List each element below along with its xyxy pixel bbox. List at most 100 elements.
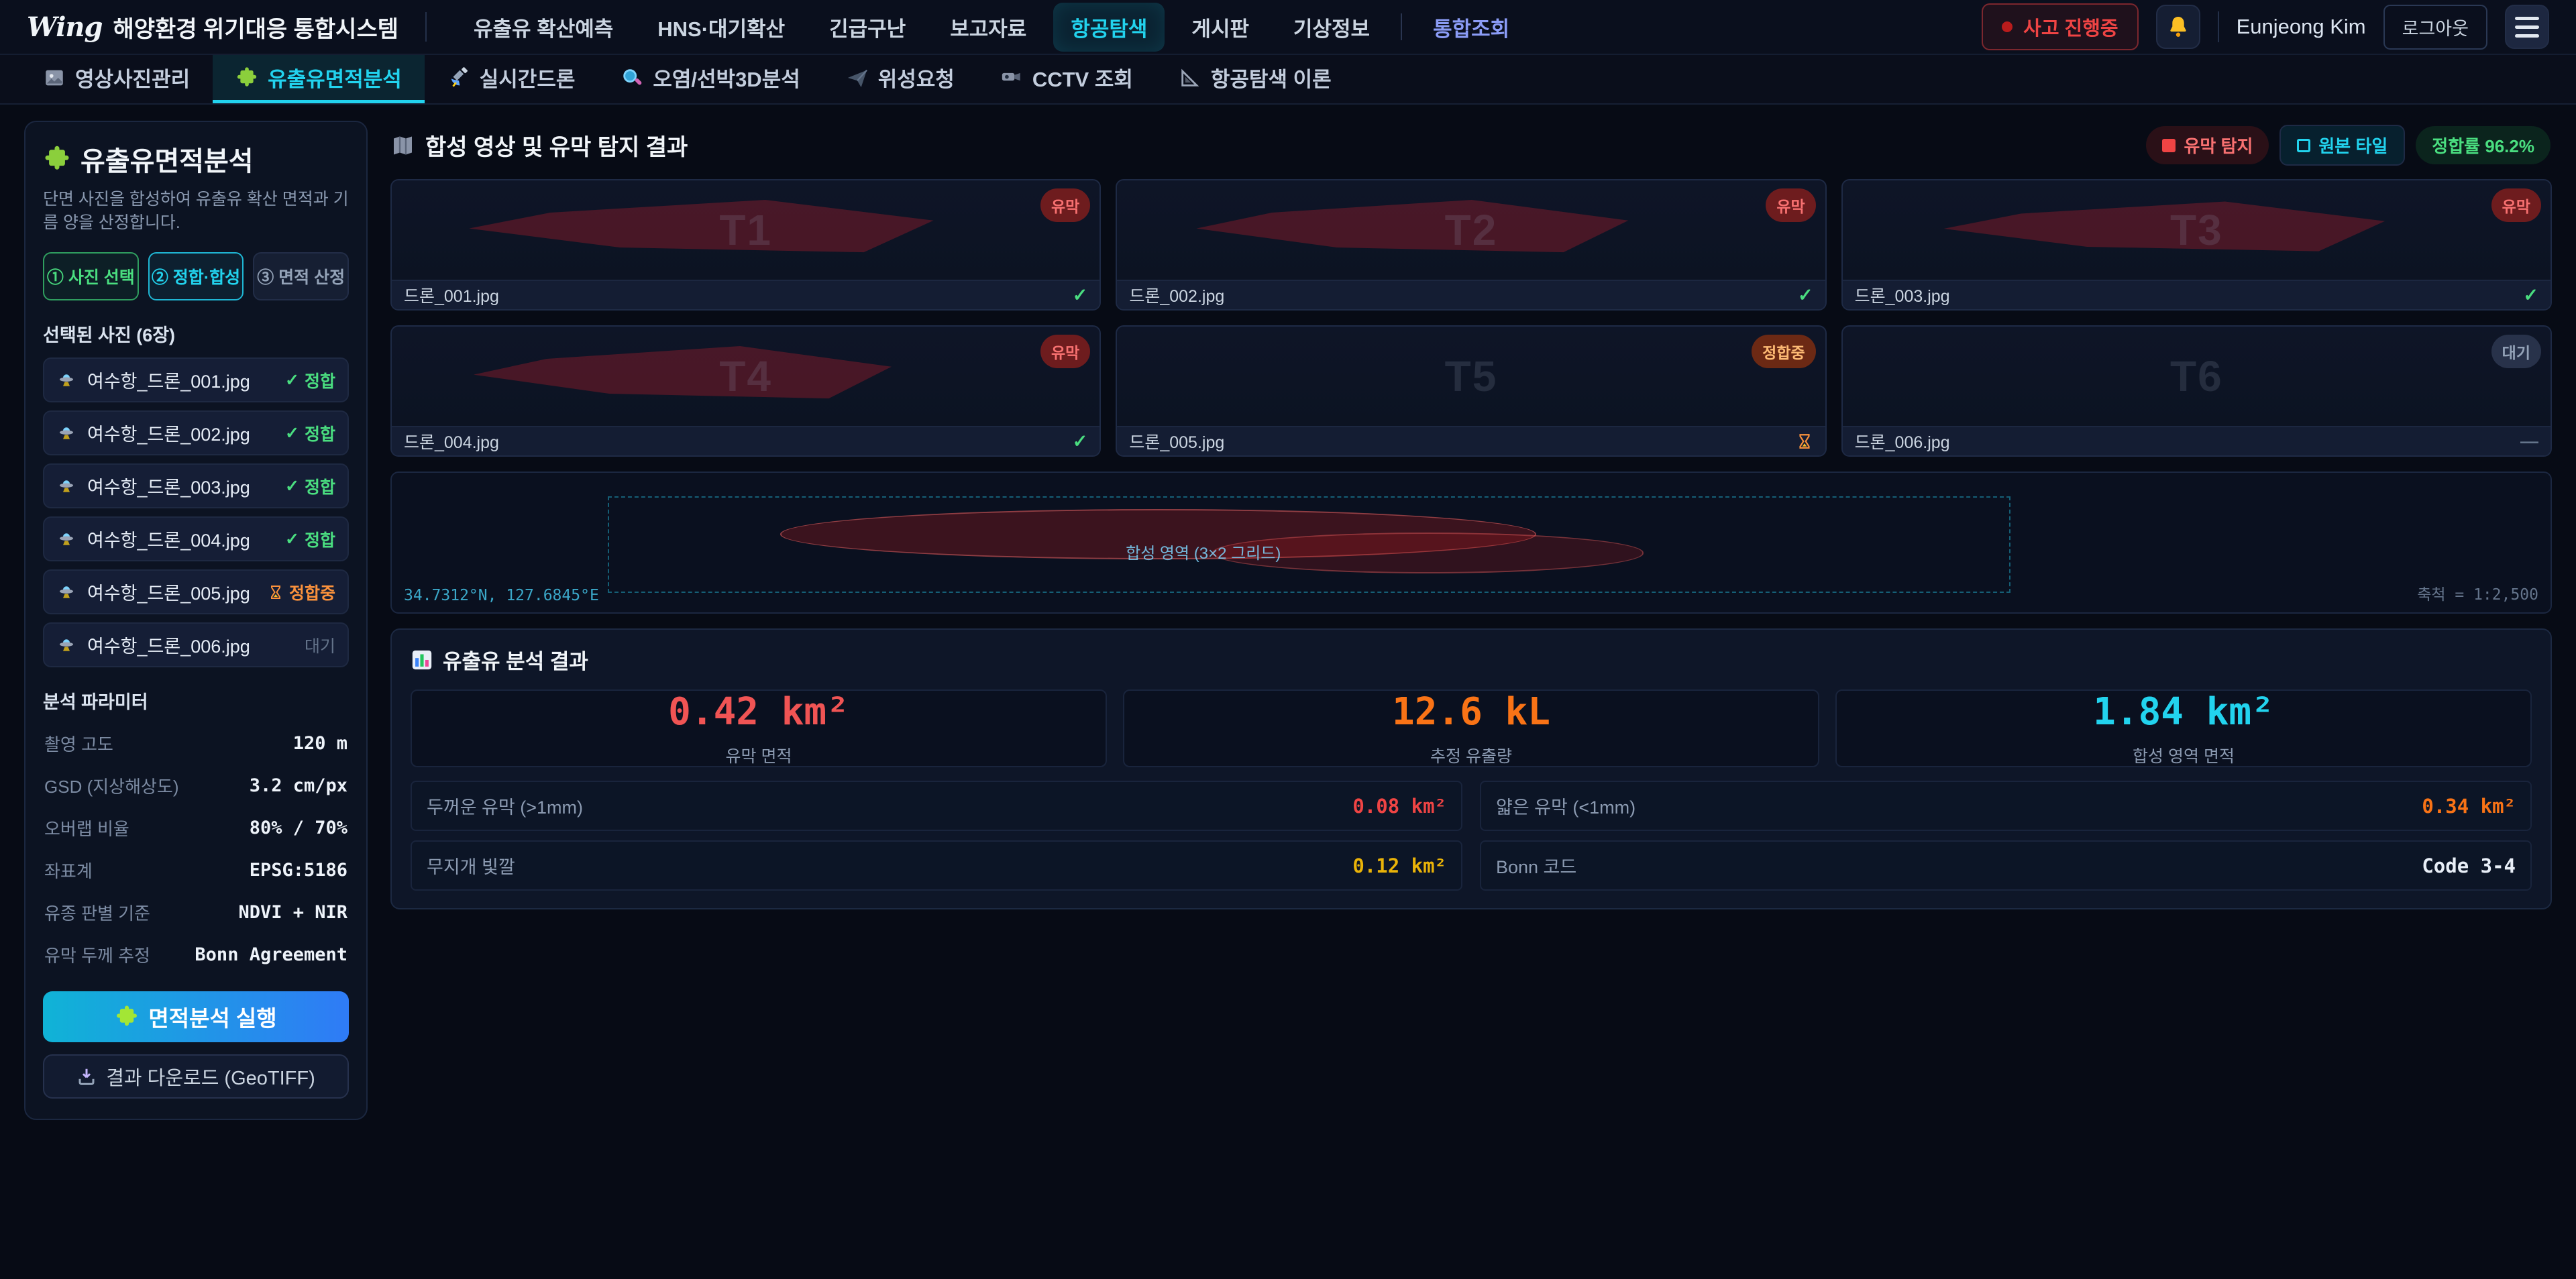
photo-list-item[interactable]: 여수항_드론_006.jpg 대기 (43, 622, 349, 667)
params-title: 분석 파라미터 (43, 687, 349, 714)
page-content: 유출유면적분석 단면 사진을 합성하여 유출유 확산 면적과 기름 양을 산정합… (0, 105, 2576, 1136)
photo-list-item[interactable]: 여수항_드론_002.jpg ✓정합 (43, 410, 349, 455)
tab-realtime-drone[interactable]: 실시간드론 (425, 55, 598, 103)
notifications-button[interactable] (2156, 5, 2200, 49)
stat-cards: 0.42 km² 유막 면적 12.6 kL 추정 유출량 1.84 km² 합… (411, 689, 2532, 767)
tile-image: T2 유막 (1117, 180, 1825, 280)
tile-status-check: ✓ (2523, 285, 2538, 306)
main-title: 합성 영상 및 유막 탐지 결과 (392, 129, 688, 162)
tile-badge: 대기 (2491, 335, 2541, 368)
step-area-estimation[interactable]: ③ 면적 산정 (253, 252, 349, 300)
check-icon: ✓ (285, 529, 299, 549)
detail-label: Bonn 코드 (1496, 852, 1576, 879)
photo-icon (43, 66, 66, 89)
map-coordinates: 34.7312°N, 127.6845°E (404, 587, 599, 604)
tab-satellite-request[interactable]: 위성요청 (823, 55, 977, 103)
photo-status: ✓정합 (285, 474, 335, 498)
tile-t1[interactable]: T1 유막 드론_001.jpg ✓ (390, 179, 1101, 311)
detail-value: Code 3-4 (2422, 854, 2516, 877)
filled-square-icon (2162, 139, 2176, 152)
detail-value: 0.34 km² (2422, 795, 2516, 818)
photo-list-item[interactable]: 여수항_드론_005.jpg 정합중 (43, 569, 349, 614)
param-label: 유막 두께 추정 (44, 942, 150, 967)
composite-area-label: 합성 영역 (3×2 그리드) (1126, 540, 1281, 563)
param-row: GSD (지상해상도) 3.2 cm/px (43, 767, 349, 805)
divider (2218, 11, 2219, 42)
run-analysis-button[interactable]: 면적분석 실행 (43, 991, 349, 1042)
tile-id: T6 (1843, 327, 2551, 426)
step-indicator: ① 사진 선택 ② 정합·합성 ③ 면적 산정 (43, 252, 349, 300)
tile-image: T4 유막 (392, 327, 1099, 426)
bell-icon (2165, 14, 2191, 40)
step-select-photos[interactable]: ① 사진 선택 (43, 252, 139, 300)
detail-grid: 두꺼운 유막 (>1mm) 0.08 km² 얇은 유막 (<1mm) 0.34… (411, 781, 2532, 891)
composite-map-panel: 합성 영역 (3×2 그리드) 34.7312°N, 127.6845°E 축척… (390, 471, 2552, 614)
stat-label: 유막 면적 (726, 743, 792, 767)
photo-filename: 여수항_드론_003.jpg (87, 473, 274, 499)
analysis-params: 촬영 고도 120 m GSD (지상해상도) 3.2 cm/px 오버랩 비율… (43, 724, 349, 974)
tab-cctv[interactable]: CCTV 조회 (977, 55, 1156, 103)
photo-list-item[interactable]: 여수항_드론_004.jpg ✓정합 (43, 516, 349, 561)
menu-item-rescue[interactable]: 긴급구난 (812, 3, 923, 52)
drone-icon (56, 476, 76, 496)
menu-item-integrated-search[interactable]: 통합조회 (1415, 3, 1527, 52)
check-icon: ✓ (285, 476, 299, 496)
tab-pollution-3d[interactable]: 오염/선박3D분석 (598, 55, 822, 103)
photo-filename: 여수항_드론_006.jpg (87, 632, 294, 658)
tile-badge: 유막 (2491, 188, 2541, 222)
tile-t5[interactable]: T5 정합중 드론_005.jpg (1116, 325, 1826, 457)
menu-item-board[interactable]: 게시판 (1174, 3, 1267, 52)
sidebar-description: 단면 사진을 합성하여 유출유 확산 면적과 기름 양을 산정합니다. (43, 188, 349, 235)
tab-aerial-theory[interactable]: 항공탐색 이론 (1156, 55, 1354, 103)
download-result-button[interactable]: 결과 다운로드 (GeoTIFF) (43, 1054, 349, 1099)
tile-id: T5 (1117, 327, 1825, 426)
photo-filename: 여수항_드론_005.jpg (87, 579, 257, 605)
photo-status: ✓정합 (285, 421, 335, 445)
legend-match-rate: 정합률 96.2% (2416, 126, 2551, 164)
tile-badge: 유막 (1766, 188, 1815, 222)
photo-status: ✓정합 (285, 527, 335, 551)
tile-filename: 드론_003.jpg (1855, 283, 1950, 307)
photo-list-item[interactable]: 여수항_드론_003.jpg ✓정합 (43, 463, 349, 508)
tile-t3[interactable]: T3 유막 드론_003.jpg ✓ (1841, 179, 2552, 311)
logout-button[interactable]: 로그아웃 (2383, 5, 2487, 50)
menu-item-aerial-search[interactable]: 항공탐색 (1053, 3, 1165, 52)
detail-thin-slick: 얇은 유막 (<1mm) 0.34 km² (1480, 781, 2532, 831)
cctv-icon (1000, 66, 1023, 89)
step-align-composite[interactable]: ② 정합·합성 (148, 252, 244, 300)
param-row: 유종 판별 기준 NDVI + NIR (43, 893, 349, 932)
tab-oil-area-analysis[interactable]: 유출유면적분석 (213, 55, 425, 103)
tab-photo-management[interactable]: 영상사진관리 (20, 55, 213, 103)
menu-item-oil-spread[interactable]: 유출유 확산예측 (456, 3, 631, 52)
tile-filename: 드론_001.jpg (404, 283, 499, 307)
main-panel: 합성 영상 및 유막 탐지 결과 유막 탐지 원본 타일 정합률 96.2% T… (390, 121, 2552, 909)
menu-item-weather[interactable]: 기상정보 (1276, 3, 1387, 52)
check-icon: ✓ (285, 423, 299, 443)
param-label: 좌표계 (44, 858, 93, 883)
param-value: EPSG:5186 (250, 860, 347, 881)
analysis-sidebar: 유출유면적분석 단면 사진을 합성하여 유출유 확산 면적과 기름 양을 산정합… (24, 121, 368, 1120)
drone-icon (56, 635, 76, 655)
menu-item-hns[interactable]: HNS·대기확산 (640, 3, 802, 52)
menu-separator (1401, 13, 1402, 40)
tile-t6[interactable]: T6 대기 드론_006.jpg — (1841, 325, 2552, 457)
tile-filename: 드론_006.jpg (1855, 429, 1950, 453)
tile-bar: 드론_001.jpg ✓ (392, 280, 1099, 309)
photo-list-item[interactable]: 여수항_드론_001.jpg ✓정합 (43, 357, 349, 402)
app-menu-button[interactable] (2505, 5, 2549, 49)
ruler-icon (1179, 66, 1201, 89)
tile-bar: 드론_002.jpg ✓ (1117, 280, 1825, 309)
sub-tabbar: 영상사진관리 유출유면적분석 실시간드론 오염/선박3D분석 위성요청 CCTV… (0, 55, 2576, 105)
menu-item-reports[interactable]: 보고자료 (932, 3, 1044, 52)
tile-status-check: ✓ (1798, 285, 1813, 306)
map-icon (392, 133, 416, 158)
photo-status: 정합중 (268, 580, 335, 604)
tile-t4[interactable]: T4 유막 드론_004.jpg ✓ (390, 325, 1101, 457)
param-row: 유막 두께 추정 Bonn Agreement (43, 936, 349, 974)
hamburger-icon (2515, 17, 2539, 38)
tile-t2[interactable]: T2 유막 드론_002.jpg ✓ (1116, 179, 1826, 311)
outline-square-icon (2297, 139, 2310, 152)
tile-image: T1 유막 (392, 180, 1099, 280)
tile-filename: 드론_002.jpg (1129, 283, 1224, 307)
tile-badge: 유막 (1040, 188, 1090, 222)
